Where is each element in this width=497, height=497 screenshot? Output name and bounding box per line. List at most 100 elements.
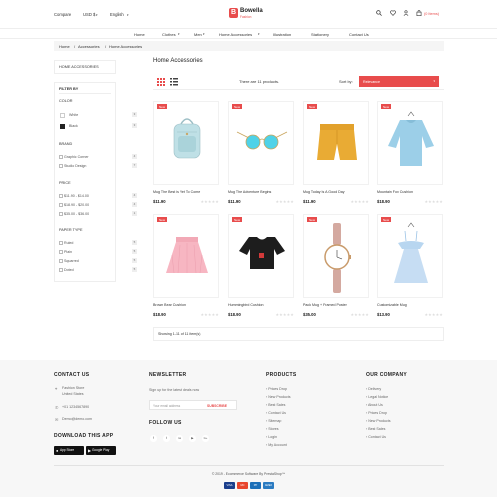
sort-label: Sort by: — [339, 79, 353, 84]
filter-checkbox[interactable] — [59, 154, 63, 159]
filter-checkbox[interactable] — [59, 193, 63, 198]
new-badge: New — [381, 217, 392, 222]
product-card[interactable]: New Mug The Best is Yet To Come $11.90 ★… — [153, 101, 219, 209]
footer-link-legal-notice[interactable]: › Legal Notice — [366, 395, 388, 399]
language-selector[interactable]: English — [110, 12, 124, 17]
footer-link-stores[interactable]: › Stores — [266, 427, 279, 431]
twitter-icon[interactable]: t — [163, 435, 170, 442]
footer-link-new-products[interactable]: › New Products — [266, 395, 291, 399]
product-card[interactable]: New Mountain Fox Cushion $18.90 ★★★★★ — [377, 101, 443, 209]
product-card[interactable]: New Pack Mug + Framed Poster $35.00 ★★★★… — [303, 214, 369, 322]
product-title[interactable]: Mountain Fox Cushion — [377, 190, 413, 194]
product-card[interactable]: New Brown Bear Cushion $18.90 ★★★★★ — [153, 214, 219, 322]
filter-checkbox[interactable] — [59, 211, 63, 216]
nav-item-men[interactable]: Men — [194, 32, 202, 37]
nav-item-contact-us[interactable]: Contact Us — [349, 32, 369, 37]
product-image[interactable] — [377, 214, 443, 298]
filter-checkbox[interactable] — [59, 163, 63, 168]
cart-count[interactable]: (0 Items) — [424, 12, 439, 16]
currency-selector[interactable]: USD $ — [83, 12, 95, 17]
wishlist-heart-icon[interactable] — [390, 10, 396, 18]
sort-select[interactable]: Relevance ▾ — [359, 76, 439, 87]
product-image[interactable] — [303, 214, 369, 298]
color-option-black[interactable]: Black — [69, 124, 78, 128]
product-title[interactable]: Customizable Mug — [377, 303, 407, 307]
nav-item-stationery[interactable]: Stationery — [311, 32, 329, 37]
filter-checkbox[interactable] — [59, 202, 63, 207]
footer-link-prices-drop[interactable]: › Prices Drop — [266, 387, 287, 391]
footer-link-best-sales[interactable]: › Best Sales — [266, 403, 285, 407]
filter-checkbox[interactable] — [59, 258, 63, 263]
product-title[interactable]: Mug The Adventure Begins — [228, 190, 271, 194]
contact-email[interactable]: Demo@demo.com — [62, 417, 92, 421]
list-view-icon[interactable] — [170, 78, 178, 87]
footer-link-my-account[interactable]: › My Account — [266, 443, 287, 447]
youtube-icon[interactable]: ▶ — [189, 435, 196, 442]
footer-link-login[interactable]: › Login — [266, 435, 277, 439]
google-play-button[interactable]: ▶ Google Play — [86, 446, 116, 455]
black-swatch[interactable] — [60, 123, 65, 129]
footer-link-new-products-2[interactable]: › New Products — [366, 419, 391, 423]
apple-icon: ● — [56, 448, 59, 453]
product-title[interactable]: Mug Today Is A Good Day — [303, 190, 345, 194]
newsletter-email-input[interactable]: Your email address — [153, 404, 180, 408]
product-card[interactable]: New Customizable Mug $13.90 ★★★★★ — [377, 214, 443, 322]
grid-view-icon[interactable] — [157, 78, 165, 87]
price-option-2[interactable]: $18.90 - $20.00 — [64, 203, 89, 207]
paper-option-squarred[interactable]: Squarred — [64, 259, 79, 263]
filter-checkbox[interactable] — [59, 249, 63, 254]
category-title[interactable]: HOME ACCESSORIES — [59, 65, 99, 69]
color-option-white[interactable]: White — [69, 113, 78, 117]
price-option-3[interactable]: $35.00 - $36.00 — [64, 212, 89, 216]
product-price: $18.90 — [153, 312, 166, 317]
subscribe-button[interactable]: SUBSCRIBE — [207, 404, 227, 408]
compare-link[interactable]: Compare — [54, 12, 71, 17]
filter-checkbox[interactable] — [59, 240, 63, 245]
paper-option-ruled[interactable]: Ruled — [64, 241, 73, 245]
brand-logo[interactable]: B Bowella Fashion — [229, 8, 265, 24]
product-title[interactable]: Brown Bear Cushion — [153, 303, 186, 307]
brand-option-studio-design[interactable]: Studio Design — [64, 164, 86, 168]
product-title[interactable]: Hummingbird Cushion — [228, 303, 264, 307]
app-store-button[interactable]: ● App Store — [54, 446, 84, 455]
white-swatch[interactable] — [60, 112, 65, 118]
product-image[interactable] — [228, 101, 294, 185]
facebook-icon[interactable]: f — [150, 435, 157, 442]
nav-item-home[interactable]: Home — [134, 32, 145, 37]
product-image[interactable] — [153, 214, 219, 298]
filter-checkbox[interactable] — [59, 267, 63, 272]
rss-icon[interactable]: rss — [176, 435, 183, 442]
product-title[interactable]: Pack Mug + Framed Poster — [303, 303, 347, 307]
footer-link-prices-drop-2[interactable]: › Prices Drop — [366, 411, 387, 415]
sort-chevron-icon: ▾ — [433, 79, 435, 83]
product-image[interactable] — [303, 101, 369, 185]
footer-link-sitemap[interactable]: › Sitemap — [266, 419, 281, 423]
product-card[interactable]: New Mug The Adventure Begins $11.90 ★★★★… — [228, 101, 294, 209]
search-icon[interactable] — [376, 10, 382, 18]
footer-link-contact-us-2[interactable]: › Contact Us — [366, 435, 386, 439]
nav-item-clothes[interactable]: Clothes — [162, 32, 176, 37]
product-image[interactable] — [377, 101, 443, 185]
breadcrumb-current: Home Accessories — [109, 43, 143, 49]
paper-option-plain[interactable]: Plain — [64, 250, 72, 254]
google-plus-icon[interactable]: G+ — [202, 435, 209, 442]
product-image[interactable] — [228, 214, 294, 298]
nav-item-illustration[interactable]: Illustration — [273, 32, 291, 37]
account-user-icon[interactable] — [403, 10, 409, 18]
product-image[interactable] — [153, 101, 219, 185]
footer-link-about-us[interactable]: › About Us — [366, 403, 383, 407]
product-card[interactable]: New Hummingbird Cushion $18.90 ★★★★★ — [228, 214, 294, 322]
footer-link-delivery[interactable]: › Delivery — [366, 387, 381, 391]
product-card[interactable]: New Mug Today Is A Good Day $11.90 ★★★★★ — [303, 101, 369, 209]
breadcrumb-home[interactable]: Home — [59, 44, 70, 49]
product-price: $35.00 — [303, 312, 316, 317]
brand-option-graphic-corner[interactable]: Graphic Corner — [64, 155, 89, 159]
price-option-1[interactable]: $11.90 - $14.00 — [64, 194, 89, 198]
cart-bag-icon[interactable] — [416, 10, 422, 18]
nav-item-home-accessories[interactable]: Home Accessories — [219, 32, 252, 37]
footer-link-contact-us[interactable]: › Contact Us — [266, 411, 286, 415]
paper-option-doted[interactable]: Doted — [64, 268, 74, 272]
footer-link-best-sales-2[interactable]: › Best Sales — [366, 427, 385, 431]
breadcrumb-accessories[interactable]: Accessories — [78, 44, 100, 49]
product-title[interactable]: Mug The Best is Yet To Come — [153, 190, 200, 194]
